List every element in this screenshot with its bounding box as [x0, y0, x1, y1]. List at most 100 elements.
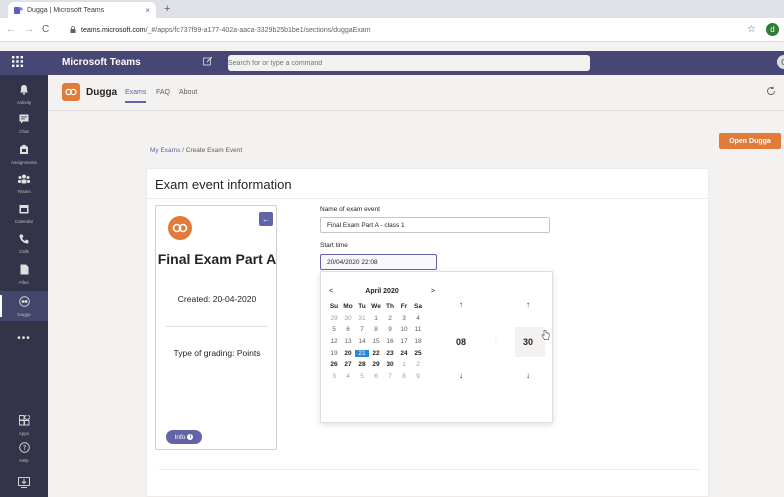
user-avatar[interactable]: C: [777, 55, 784, 69]
minute-value[interactable]: 30: [523, 337, 533, 347]
rail-item-chat[interactable]: Chat: [0, 109, 48, 139]
calendar-day[interactable]: 30: [341, 315, 355, 322]
prev-month-button[interactable]: <: [329, 288, 333, 295]
card-back-button[interactable]: ←: [259, 212, 273, 226]
calendar-day[interactable]: 1: [397, 361, 411, 368]
main-content: Open Dugga My Exams / Create Exam Event …: [48, 111, 784, 497]
rail-item-calendar[interactable]: Calendar: [0, 199, 48, 229]
calendar-day[interactable]: 24: [397, 350, 411, 357]
app-launcher-icon[interactable]: [10, 56, 24, 70]
info-icon: i: [187, 434, 194, 440]
calendar-day[interactable]: 4: [411, 315, 425, 322]
calendar-day[interactable]: 8: [397, 373, 411, 380]
calendar-day[interactable]: 7: [383, 373, 397, 380]
calendar-day[interactable]: 17: [397, 338, 411, 345]
svg-text:?: ?: [22, 444, 26, 452]
calendar-day[interactable]: 29: [369, 361, 383, 368]
open-dugga-button[interactable]: Open Dugga: [719, 133, 781, 149]
calendar-day[interactable]: 28: [355, 361, 369, 368]
calendar-day[interactable]: 12: [327, 338, 341, 345]
new-tab-button[interactable]: +: [164, 2, 170, 16]
reload-icon[interactable]: C: [42, 23, 49, 37]
rail-item-apps[interactable]: Apps: [0, 410, 48, 440]
rail-item-help[interactable]: ? Help: [0, 437, 48, 467]
calendar-day[interactable]: 2: [383, 315, 397, 322]
dugga-card-logo-icon: [168, 216, 192, 240]
bell-icon: [19, 84, 29, 98]
calendar-day[interactable]: 15: [369, 338, 383, 345]
refresh-icon[interactable]: [766, 86, 776, 99]
hour-down-icon[interactable]: ↓: [459, 371, 463, 380]
rail-item-activity[interactable]: Activity: [0, 79, 48, 109]
rail-item-dugga[interactable]: Dugga: [0, 291, 48, 321]
breadcrumb-my-exams-link[interactable]: My Exams: [150, 147, 180, 154]
rail-label-activity: Activity: [16, 99, 32, 105]
calendar-day[interactable]: 29: [327, 315, 341, 322]
calendar-day[interactable]: 4: [341, 373, 355, 380]
rail-item-teams[interactable]: Teams: [0, 169, 48, 199]
exam-grading-type: Type of grading: Points: [173, 348, 261, 358]
rail-label-teams: Teams: [17, 189, 31, 194]
forward-icon[interactable]: →: [24, 23, 34, 37]
calendar-day[interactable]: 27: [341, 361, 355, 368]
back-icon[interactable]: ←: [6, 23, 16, 37]
rail-item-files[interactable]: Files: [0, 259, 48, 289]
calendar-day[interactable]: 18: [411, 338, 425, 345]
calendar-day[interactable]: 5: [327, 326, 341, 333]
calendar-day[interactable]: 9: [411, 373, 425, 380]
tab-about[interactable]: About: [179, 89, 197, 96]
calendar-day[interactable]: 10: [397, 326, 411, 333]
calendar-day[interactable]: 6: [341, 326, 355, 333]
calendar-day[interactable]: 31: [355, 315, 369, 322]
calendar-day[interactable]: 14: [355, 338, 369, 345]
weekday-header-row: Su Mo Tu We Th Fr Sa: [327, 301, 439, 313]
command-search-input[interactable]: [228, 55, 590, 71]
calendar-day[interactable]: 23: [383, 350, 397, 357]
start-time-input[interactable]: [320, 254, 437, 270]
more-apps-icon[interactable]: •••: [0, 333, 48, 344]
calendar-day[interactable]: 1: [369, 315, 383, 322]
tab-exams[interactable]: Exams: [125, 89, 147, 103]
hour-up-icon[interactable]: ↑: [459, 300, 463, 309]
calendar-day[interactable]: 9: [383, 326, 397, 333]
minute-up-icon[interactable]: ↑: [526, 300, 530, 309]
calendar-day-selected[interactable]: 21: [355, 349, 369, 357]
address-bar[interactable]: teams.microsoft.com/_#/apps/fc737f99-a17…: [70, 22, 750, 38]
weekday-label: Su: [329, 303, 339, 311]
calendar-day[interactable]: 5: [355, 373, 369, 380]
calendar-day[interactable]: 16: [383, 338, 397, 345]
calendar-day[interactable]: 19: [327, 350, 341, 357]
apps-icon: [18, 412, 31, 429]
calendar-day[interactable]: 22: [369, 350, 383, 357]
minute-down-icon[interactable]: ↓: [526, 371, 530, 380]
rail-label-calendar: Calendar: [14, 219, 34, 224]
compose-icon[interactable]: [203, 56, 213, 71]
profile-avatar[interactable]: d: [766, 23, 779, 36]
calendar-day[interactable]: 11: [411, 326, 425, 333]
calendar-day[interactable]: 2: [411, 361, 425, 368]
hour-value[interactable]: 08: [456, 337, 466, 347]
event-name-input[interactable]: [320, 217, 550, 233]
bookmark-star-icon[interactable]: ☆: [747, 23, 756, 37]
calendar-day[interactable]: 25: [411, 350, 425, 357]
rail-item-assignments[interactable]: Assignments: [0, 139, 48, 169]
rail-item-download[interactable]: [0, 469, 48, 497]
calendar-day[interactable]: 13: [341, 338, 355, 345]
teams-icon: [18, 174, 30, 187]
calendar-day[interactable]: 30: [383, 361, 397, 368]
calendar-day[interactable]: 7: [355, 326, 369, 333]
calendar-day[interactable]: 26: [327, 361, 341, 368]
close-tab-icon[interactable]: ×: [145, 6, 150, 15]
rail-item-calls[interactable]: Calls: [0, 229, 48, 259]
calendar-day[interactable]: 8: [369, 326, 383, 333]
calendar-day[interactable]: 6: [369, 373, 383, 380]
calendar-day[interactable]: 3: [397, 315, 411, 322]
weekday-label: Tu: [358, 303, 366, 311]
files-icon: [20, 264, 29, 278]
calendar-day[interactable]: 3: [327, 373, 341, 380]
next-month-button[interactable]: >: [431, 288, 435, 295]
calendar-day[interactable]: 20: [341, 350, 355, 357]
info-button[interactable]: Info i: [166, 430, 202, 444]
browser-tab[interactable]: Dugga | Microsoft Teams ×: [8, 2, 156, 18]
tab-faq[interactable]: FAQ: [156, 89, 170, 96]
